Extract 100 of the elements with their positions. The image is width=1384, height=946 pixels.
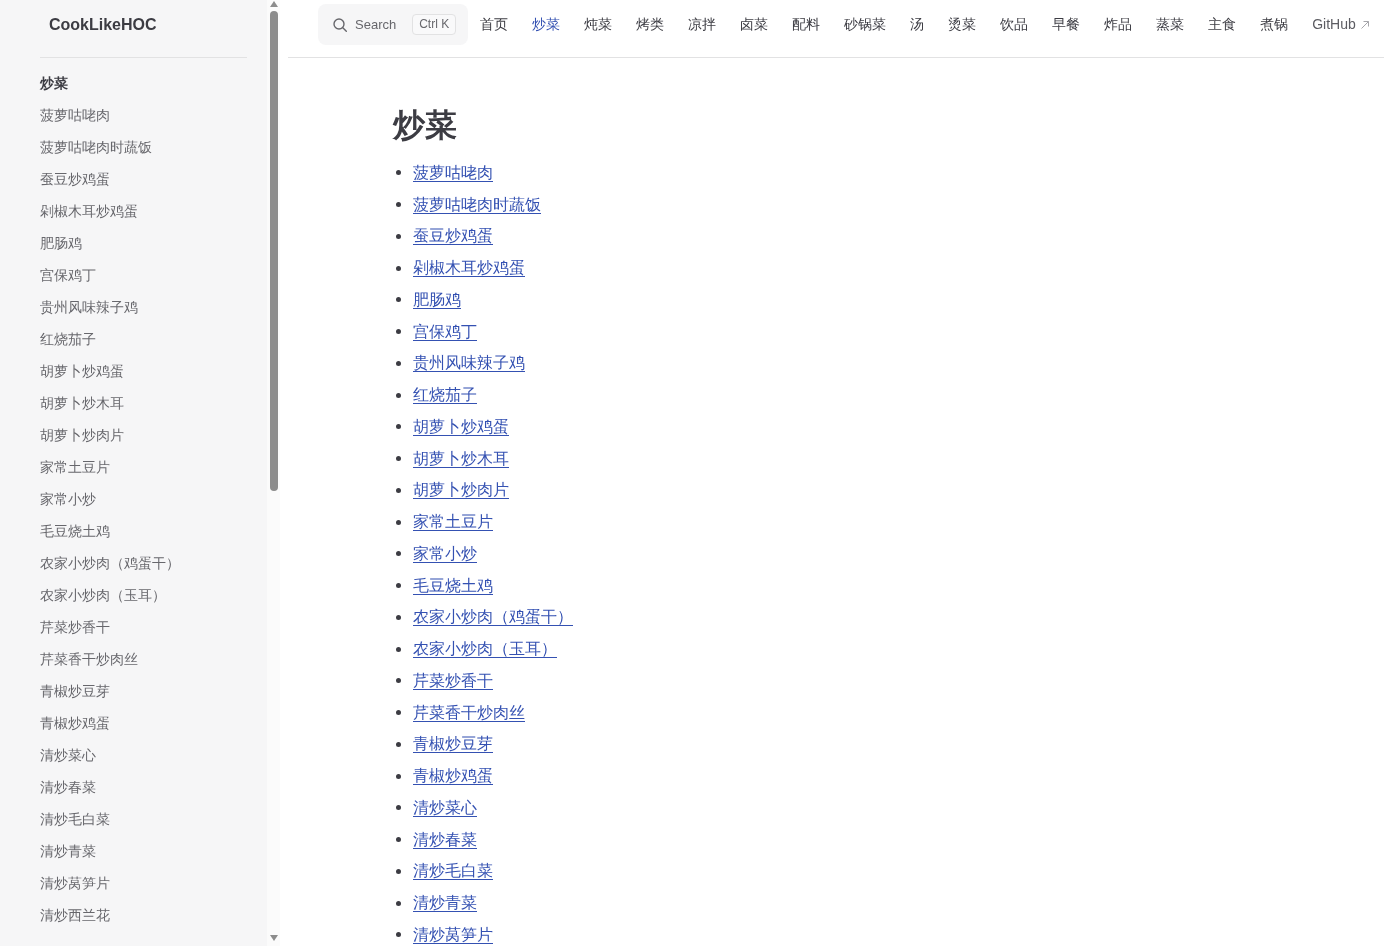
sidebar-item[interactable]: 芹菜香干炒肉丝 [40,643,138,675]
sidebar-item[interactable]: 贵州风味辣子鸡 [40,291,138,323]
bullet-icon [396,392,401,398]
nav-link[interactable]: 烫菜 [936,4,989,45]
bullet-icon [396,519,401,525]
search-label: Search [355,17,397,32]
recipe-link[interactable]: 芹菜香干炒肉丝 [413,701,525,724]
recipe-link[interactable]: 毛豆烧土鸡 [413,574,493,597]
scroll-down-icon[interactable] [269,935,278,941]
recipe-link[interactable]: 农家小炒肉（玉耳） [413,638,557,661]
nav-link[interactable]: 炖菜 [572,4,625,45]
sidebar-item[interactable]: 菠萝咕咾肉时蔬饭 [40,131,152,163]
recipe-link[interactable]: 青椒炒鸡蛋 [413,765,493,788]
nav-link[interactable]: 凉拌 [676,4,729,45]
bullet-icon [396,900,401,906]
bullet-icon [396,583,401,589]
recipe-link[interactable]: 青椒炒豆芽 [413,733,493,756]
recipe-link[interactable]: 芹菜炒香干 [413,669,493,692]
nav-link[interactable]: 蒸菜 [1144,4,1197,45]
sidebar-item[interactable]: 胡萝卜炒鸡蛋 [40,355,124,387]
sidebar-item[interactable]: 清炒西兰花 [40,899,110,931]
recipe-link[interactable]: 蚕豆炒鸡蛋 [413,225,493,248]
external-link-icon [1360,20,1369,29]
recipe-link[interactable]: 胡萝卜炒鸡蛋 [413,415,509,438]
recipe-link[interactable]: 清炒莴笋片 [413,923,493,946]
bullet-icon [396,741,401,747]
recipe-link[interactable]: 家常小炒 [413,542,477,565]
search-button[interactable]: Search Ctrl K [318,4,469,45]
bullet-icon [396,202,401,208]
nav-link[interactable]: 首页 [468,4,521,45]
bullet-icon [396,170,401,176]
page-title: 炒菜 [393,106,457,145]
sidebar-item[interactable]: 肥肠鸡 [40,227,82,259]
recipe-link[interactable]: 宫保鸡丁 [413,320,477,343]
nav-link[interactable]: 配料 [780,4,833,45]
recipe-link[interactable]: 清炒青菜 [413,892,477,915]
sidebar-item[interactable]: 红烧茄子 [40,323,96,355]
sidebar-item[interactable]: 毛豆烧土鸡 [40,515,110,547]
nav-link[interactable]: 汤 [898,4,937,45]
sidebar-item[interactable]: 剁椒木耳炒鸡蛋 [40,195,138,227]
sidebar-item[interactable]: 清炒毛白菜 [40,803,110,835]
recipe-link[interactable]: 胡萝卜炒肉片 [413,479,509,502]
nav-link[interactable]: 饮品 [988,4,1041,45]
bullet-icon [396,424,401,430]
recipe-link[interactable]: 清炒菜心 [413,796,477,819]
sidebar-item[interactable]: 清炒菜心 [40,739,96,771]
site-logo[interactable]: CookLikeHOC [49,14,157,36]
sidebar-item[interactable]: 清炒春菜 [40,771,96,803]
recipe-link[interactable]: 剁椒木耳炒鸡蛋 [413,257,525,280]
bullet-icon [396,614,401,620]
recipe-link[interactable]: 肥肠鸡 [413,288,461,311]
recipe-link[interactable]: 红烧茄子 [413,384,477,407]
bullet-icon [396,551,401,557]
sidebar-item[interactable]: 农家小炒肉（鸡蛋干） [40,547,180,579]
recipe-link[interactable]: 胡萝卜炒木耳 [413,447,509,470]
recipe-link[interactable]: 贵州风味辣子鸡 [413,352,525,375]
bullet-icon [396,710,401,716]
nav-link[interactable]: 砂锅菜 [832,4,899,45]
scroll-up-icon[interactable] [269,1,278,7]
recipe-link[interactable]: 清炒毛白菜 [413,860,493,883]
sidebar-item[interactable]: 家常小炒 [40,483,96,515]
sidebar-item[interactable]: 菠萝咕咾肉 [40,99,110,131]
nav-link[interactable]: 煮锅 [1248,4,1301,45]
recipe-link[interactable]: 家常土豆片 [413,511,493,534]
sidebar-item[interactable]: 蚕豆炒鸡蛋 [40,163,110,195]
nav-link[interactable]: 早餐 [1040,4,1093,45]
bullet-icon [396,932,401,938]
bullet-icon [396,329,401,335]
bullet-icon [396,678,401,684]
bullet-icon [396,360,401,366]
bullet-icon [396,233,401,239]
sidebar-item[interactable]: 清炒青菜 [40,835,96,867]
sidebar-item[interactable]: 芹菜炒香干 [40,611,110,643]
recipe-link[interactable]: 菠萝咕咾肉时蔬饭 [413,193,541,216]
sidebar-item[interactable]: 农家小炒肉（玉耳） [40,579,166,611]
github-link[interactable]: GitHub [1300,4,1381,45]
sidebar-item[interactable]: 青椒炒豆芽 [40,675,110,707]
bullet-icon [396,837,401,843]
bullet-icon [396,487,401,493]
sidebar-item[interactable]: 清炒莴笋片 [40,867,110,899]
bullet-icon [396,773,401,779]
nav-link[interactable]: 主食 [1196,4,1249,45]
bullet-icon [396,646,401,652]
nav-link[interactable]: 炒菜 [520,4,573,45]
sidebar-item[interactable]: 胡萝卜炒肉片 [40,419,124,451]
nav-link[interactable]: 卤菜 [728,4,781,45]
nav-link[interactable]: 炸品 [1092,4,1145,45]
sidebar-item[interactable]: 青椒炒鸡蛋 [40,707,110,739]
bullet-icon [396,297,401,303]
scrollbar-thumb[interactable] [269,11,278,491]
recipe-link[interactable]: 农家小炒肉（鸡蛋干） [413,606,573,629]
recipe-link[interactable]: 菠萝咕咾肉 [413,161,493,184]
sidebar-item[interactable]: 家常土豆片 [40,451,110,483]
sidebar-item[interactable]: 宫保鸡丁 [40,259,96,291]
nav-link[interactable]: 烤类 [624,4,677,45]
bullet-icon [396,456,401,462]
bullet-icon [396,805,401,811]
sidebar-item[interactable]: 胡萝卜炒木耳 [40,387,124,419]
recipe-link[interactable]: 清炒春菜 [413,828,477,851]
keyboard-shortcut: Ctrl K [412,14,457,35]
